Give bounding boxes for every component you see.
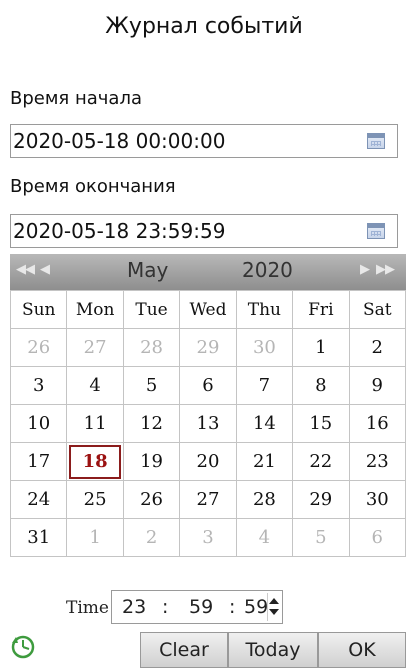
calendar-day[interactable]: 16 [348, 404, 407, 443]
clock-icon[interactable] [10, 634, 36, 660]
spin-down-icon[interactable] [269, 609, 279, 615]
time-separator: : [229, 596, 236, 618]
calendar-day[interactable]: 3 [9, 366, 68, 405]
weekday-header: Wed [179, 290, 237, 329]
calendar-day[interactable]: 21 [235, 442, 294, 481]
weekday-header: Fri [292, 290, 350, 329]
calendar-day-other-month[interactable]: 29 [179, 328, 237, 367]
calendar-day[interactable]: 2 [348, 328, 407, 367]
calendar-icon[interactable] [367, 223, 385, 239]
calendar-day[interactable]: 22 [292, 442, 350, 481]
calendar-day-selected[interactable]: 18 [66, 442, 124, 481]
calendar-day[interactable]: 5 [122, 366, 181, 405]
start-time-label: Время начала [10, 88, 142, 109]
calendar-day-other-month[interactable]: 1 [66, 518, 124, 557]
calendar-day[interactable]: 9 [348, 366, 407, 405]
calendar-popup: ◀◀ ◀ May 2020 ▶ ▶▶ Sun Mon Tue Wed Thu Fri Sat… [9, 254, 407, 590]
clear-button[interactable]: Clear [140, 632, 228, 668]
calendar-day[interactable]: 30 [348, 480, 407, 519]
calendar-day[interactable]: 27 [179, 480, 237, 519]
spin-up-icon[interactable] [269, 598, 279, 604]
time-minutes[interactable]: 59 [189, 596, 213, 618]
today-button[interactable]: Today [228, 632, 318, 668]
calendar-day[interactable]: 8 [292, 366, 350, 405]
start-time-input[interactable] [13, 127, 353, 155]
year-label[interactable]: 2020 [242, 258, 293, 282]
calendar-day[interactable]: 12 [122, 404, 181, 443]
calendar-day[interactable]: 6 [179, 366, 237, 405]
prev-month-button[interactable]: ◀ [40, 262, 50, 277]
calendar-day[interactable]: 15 [292, 404, 350, 443]
calendar-header: ◀◀ ◀ May 2020 ▶ ▶▶ [10, 254, 406, 290]
calendar-day-other-month[interactable]: 26 [9, 328, 68, 367]
calendar-day-other-month[interactable]: 6 [348, 518, 407, 557]
weekday-header: Thu [235, 290, 294, 329]
page-title: Журнал событий [105, 14, 303, 39]
calendar-day[interactable]: 13 [179, 404, 237, 443]
calendar-day[interactable]: 25 [66, 480, 124, 519]
time-row: Time 23 : 59 : 59 [0, 590, 408, 628]
calendar-day-other-month[interactable]: 30 [235, 328, 294, 367]
prev-year-button[interactable]: ◀◀ [16, 262, 35, 277]
time-hours[interactable]: 23 [122, 596, 146, 618]
calendar-day[interactable]: 20 [179, 442, 237, 481]
calendar-day-other-month[interactable]: 4 [235, 518, 294, 557]
calendar-week-row: 31 1 2 3 4 5 6 [9, 518, 407, 557]
time-spinner-field[interactable]: 23 : 59 : 59 [111, 590, 283, 624]
calendar-week-row: 3456789 [9, 366, 407, 405]
calendar-grid: Sun Mon Tue Wed Thu Fri Sat 26 27 28 29 30 1 2 3 4 5 6 7 8… [9, 290, 407, 557]
calendar-day[interactable]: 7 [235, 366, 294, 405]
calendar-icon[interactable] [367, 133, 385, 149]
time-label: Time [66, 598, 109, 618]
calendar-day[interactable]: 17 [9, 442, 68, 481]
end-time-field[interactable] [10, 214, 398, 248]
calendar-day[interactable]: 11 [66, 404, 124, 443]
calendar-day[interactable]: 4 [66, 366, 124, 405]
time-seconds[interactable]: 59 [244, 596, 268, 618]
ok-button[interactable]: OK [318, 632, 406, 668]
end-time-label: Время окончания [10, 176, 176, 197]
calendar-day[interactable]: 1 [292, 328, 350, 367]
next-year-button[interactable]: ▶▶ [376, 262, 395, 277]
calendar-day[interactable]: 29 [292, 480, 350, 519]
month-label[interactable]: May [127, 258, 168, 282]
calendar-day[interactable]: 23 [348, 442, 407, 481]
calendar-day[interactable]: 31 [9, 518, 68, 557]
calendar-week-row: 10 11 12 13 14 15 16 [9, 404, 407, 443]
start-time-field[interactable] [10, 124, 398, 158]
calendar-week-row: 26 27 28 29 30 1 2 [9, 328, 407, 367]
calendar-day-other-month[interactable]: 3 [179, 518, 237, 557]
calendar-day[interactable]: 14 [235, 404, 294, 443]
weekday-header: Sun [9, 290, 68, 329]
calendar-day[interactable]: 10 [9, 404, 68, 443]
calendar-day-other-month[interactable]: 28 [122, 328, 181, 367]
weekday-header: Mon [66, 290, 124, 329]
time-separator: : [162, 596, 169, 618]
calendar-week-row: 24 25 26 27 28 29 30 [9, 480, 407, 519]
end-time-input[interactable] [13, 217, 353, 245]
weekday-header: Sat [348, 290, 407, 329]
calendar-day[interactable]: 24 [9, 480, 68, 519]
button-row: Clear Today OK [0, 628, 408, 668]
calendar-day-other-month[interactable]: 5 [292, 518, 350, 557]
weekday-header: Tue [122, 290, 181, 329]
calendar-day[interactable]: 26 [122, 480, 181, 519]
calendar-day-other-month[interactable]: 27 [66, 328, 124, 367]
calendar-week-row: 17 18 19 20 21 22 23 [9, 442, 407, 481]
time-spinner[interactable] [267, 593, 280, 621]
calendar-day[interactable]: 19 [122, 442, 181, 481]
next-month-button[interactable]: ▶ [360, 262, 370, 277]
calendar-day-other-month[interactable]: 2 [122, 518, 181, 557]
calendar-day[interactable]: 28 [235, 480, 294, 519]
